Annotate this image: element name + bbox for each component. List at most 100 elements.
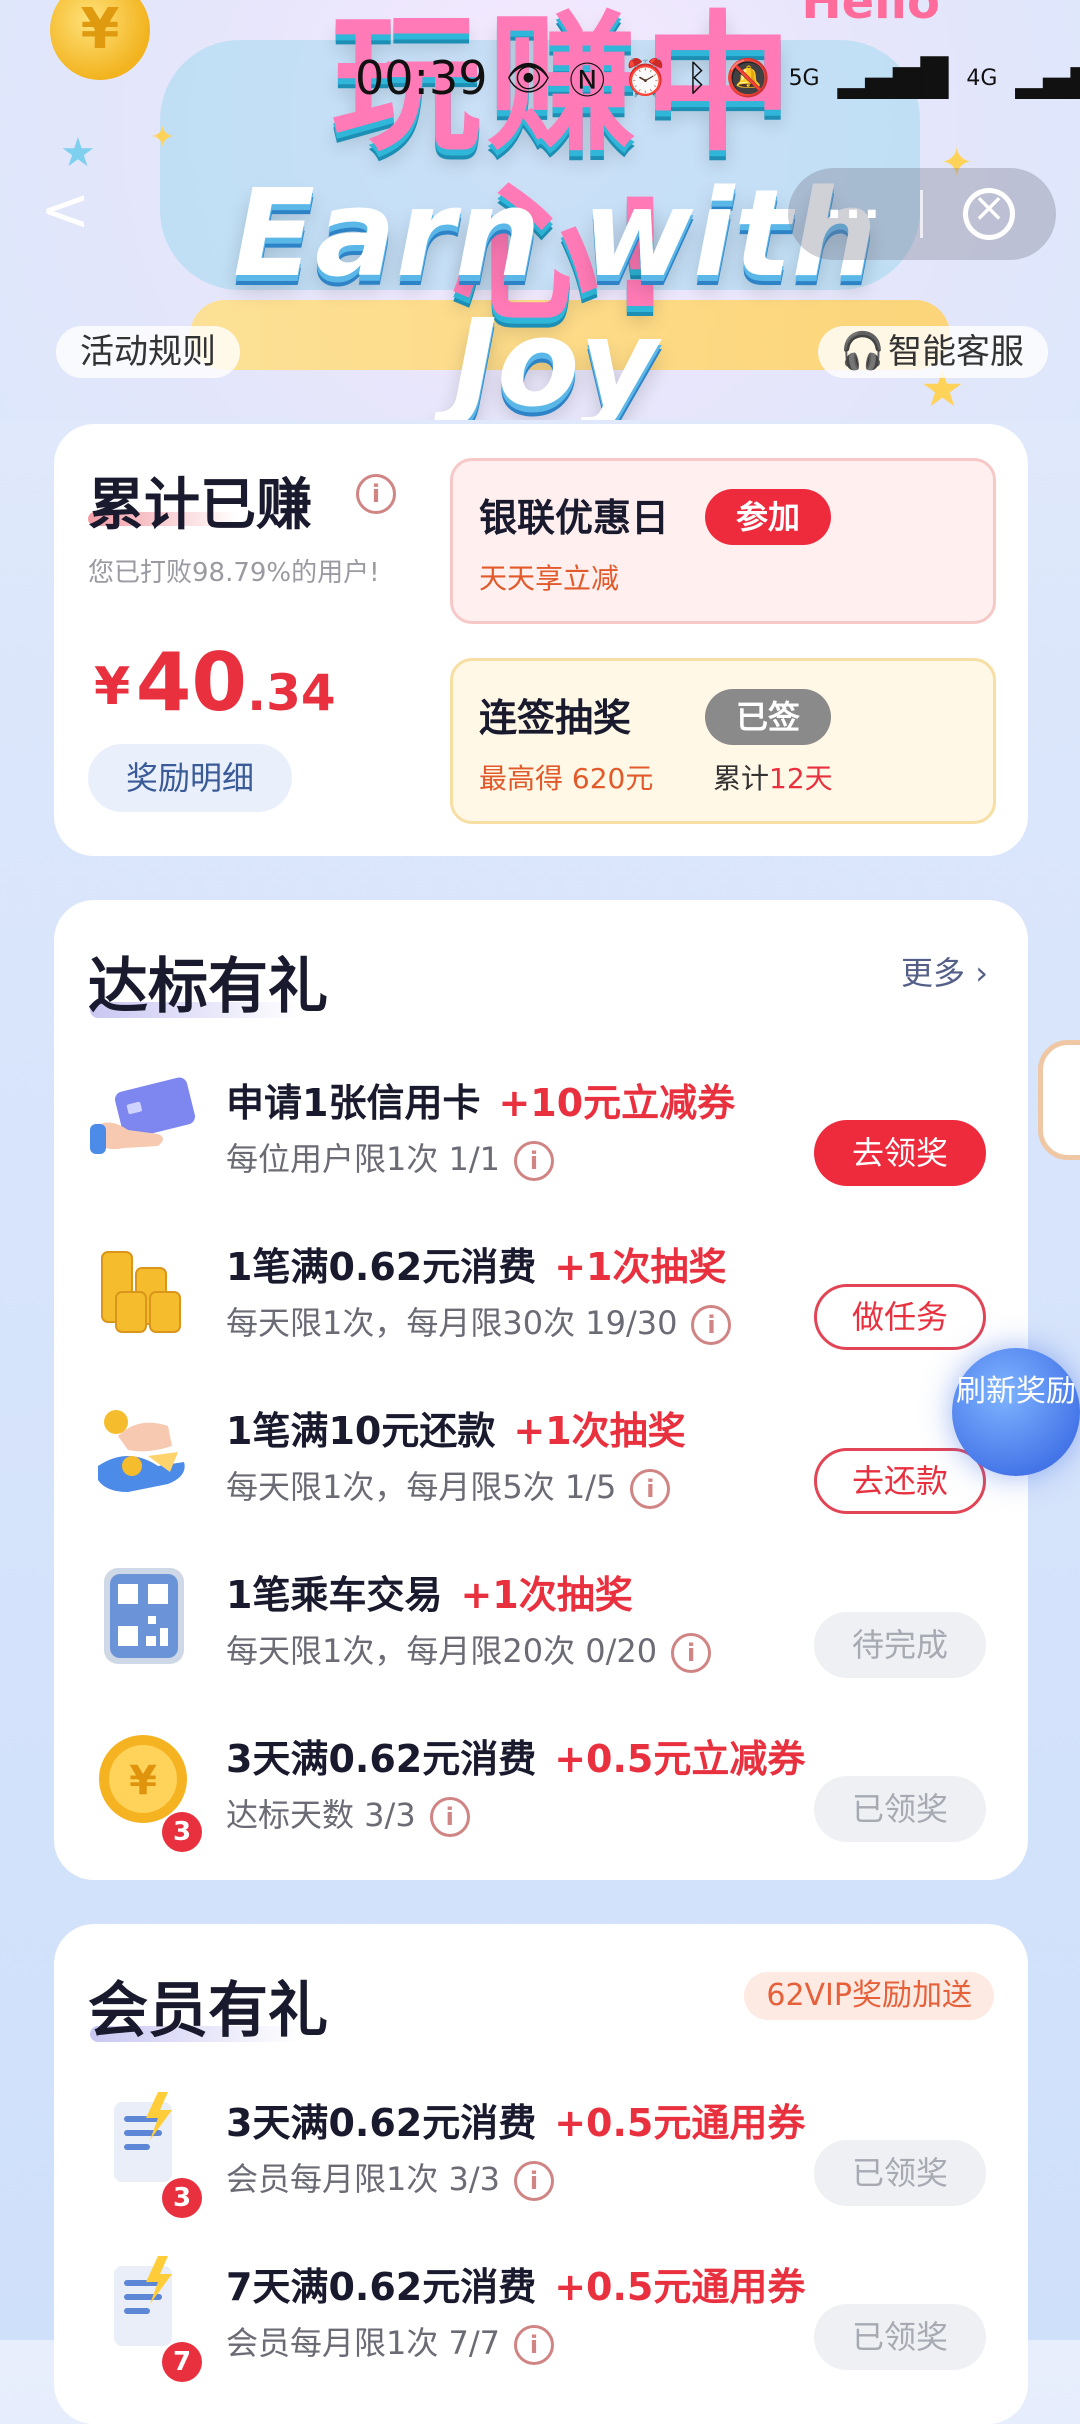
close-icon bbox=[963, 185, 1015, 240]
task-reward: +1次抽奖 bbox=[554, 1245, 727, 1289]
task-desc-text: 每位用户限1次 1/1 bbox=[226, 1140, 501, 1178]
signal-bars-icon: ▂▄▆█ bbox=[837, 57, 949, 99]
task-desc-text: 达标天数 3/3 bbox=[226, 1796, 416, 1834]
join-button[interactable]: 参加 bbox=[705, 489, 831, 545]
nfc-icon: Ⓝ bbox=[569, 61, 606, 102]
task-row: 1笔满0.62元消费 +1次抽奖 每天限1次，每月限30次 19/30 i 做任务 bbox=[54, 1214, 1028, 1378]
task-name: 1笔乘车交易 bbox=[226, 1573, 443, 1617]
claim-reward-button[interactable]: 去领奖 bbox=[814, 1120, 986, 1186]
refresh-rewards-button[interactable]: 刷新奖励 bbox=[952, 1348, 1080, 1476]
task-title: 3天满0.62元消费 +0.5元立减券 bbox=[226, 1728, 805, 1783]
task-desc-text: 会员每月限1次 3/3 bbox=[226, 2160, 501, 2198]
claimed-button[interactable]: 已领奖 bbox=[814, 1776, 986, 1842]
more-menu-button[interactable]: ··· bbox=[788, 189, 920, 240]
more-link[interactable]: 更多 › bbox=[901, 948, 988, 994]
task-row: 1笔乘车交易 +1次抽奖 每天限1次，每月限20次 0/20 i 待完成 bbox=[54, 1542, 1028, 1706]
amount-decimal: .34 bbox=[247, 664, 336, 722]
count-badge: 7 bbox=[162, 2342, 202, 2382]
eye-icon: 👁 bbox=[505, 58, 552, 99]
pending-button[interactable]: 待完成 bbox=[814, 1612, 986, 1678]
section-title: 达标有礼 bbox=[88, 952, 328, 1022]
promo-subtitle: 最高得 620元 bbox=[479, 762, 654, 795]
promo-title: 银联优惠日 bbox=[479, 496, 670, 540]
task-row: ¥ 3 3天满0.62元消费 +0.5元立减券 达标天数 3/3 i 已领奖 bbox=[54, 1706, 1028, 1870]
checkin-lottery-card[interactable]: 连签抽奖 已签 最高得 620元 累计12天 bbox=[450, 658, 996, 824]
currency-symbol: ¥ bbox=[94, 657, 131, 717]
info-icon[interactable]: i bbox=[671, 1633, 712, 1673]
headset-icon: 🎧 bbox=[840, 331, 885, 372]
claimed-button[interactable]: 已领奖 bbox=[814, 2304, 986, 2370]
checkin-total-days: 12天 bbox=[769, 762, 833, 795]
info-icon[interactable]: i bbox=[514, 2161, 555, 2201]
info-icon[interactable]: i bbox=[429, 1797, 470, 1837]
task-name: 申请1张信用卡 bbox=[226, 1081, 481, 1125]
task-desc-text: 会员每月限1次 7/7 bbox=[226, 2324, 501, 2362]
reward-detail-button[interactable]: 奖励明细 bbox=[88, 744, 292, 812]
section-title: 会员有礼 bbox=[88, 1976, 328, 2046]
rules-button[interactable]: 活动规则 bbox=[56, 326, 240, 378]
customer-service-button[interactable]: 🎧 智能客服 bbox=[818, 326, 1048, 378]
count-badge: 3 bbox=[162, 2178, 202, 2218]
task-description: 每天限1次，每月限20次 0/20 i bbox=[226, 1626, 712, 1673]
hero-banner: ¥ Hello ★ ✦ ✦ ★ 玩赚中心! Earn with Joy 00:3… bbox=[0, 0, 1080, 420]
task-desc-text: 每天限1次，每月限30次 19/30 bbox=[226, 1304, 678, 1342]
floating-side-widget[interactable] bbox=[1038, 1040, 1080, 1160]
star-icon: ✦ bbox=[150, 120, 176, 155]
alarm-icon: ⏰ bbox=[623, 58, 669, 99]
task-description: 会员每月限1次 7/7 i bbox=[226, 2318, 555, 2365]
task-title: 3天满0.62元消费 +0.5元通用券 bbox=[226, 2092, 805, 2147]
vip-bonus-badge: 62VIP奖励加送 bbox=[744, 1972, 994, 2020]
task-desc-text: 每天限1次，每月限5次 1/5 bbox=[226, 1468, 617, 1506]
task-title: 1笔满0.62元消费 +1次抽奖 bbox=[226, 1236, 726, 1291]
earnings-title: 累计已赚 bbox=[88, 473, 312, 538]
credit-card-hand-icon bbox=[90, 1077, 196, 1154]
info-icon[interactable]: i bbox=[514, 2325, 555, 2365]
task-row: 申请1张信用卡 +10元立减券 每位用户限1次 1/1 i 去领奖 bbox=[54, 1050, 1028, 1214]
task-description: 每天限1次，每月限5次 1/5 i bbox=[226, 1462, 671, 1509]
signal-5g-icon: 5G bbox=[788, 65, 820, 91]
signed-button[interactable]: 已签 bbox=[705, 689, 831, 745]
task-desc-text: 每天限1次，每月限20次 0/20 bbox=[226, 1632, 658, 1670]
repay-button[interactable]: 去还款 bbox=[814, 1448, 986, 1514]
amount-integer: 40 bbox=[135, 636, 248, 729]
tasks-section: 达标有礼 更多 › 申请1张信用卡 +10元立减券 每位用户限1次 1/1 i 去领… bbox=[54, 900, 1028, 1880]
signal-bars-icon: ▂▄▆█ bbox=[1015, 57, 1080, 99]
bluetooth-icon: ᛒ bbox=[686, 57, 708, 99]
checkin-total: 累计12天 bbox=[713, 757, 833, 797]
close-button[interactable] bbox=[923, 185, 1055, 240]
task-title: 1笔乘车交易 +1次抽奖 bbox=[226, 1564, 633, 1619]
task-name: 1笔满0.62元消费 bbox=[226, 1245, 537, 1289]
task-reward: +1次抽奖 bbox=[513, 1409, 686, 1453]
task-title: 申请1张信用卡 +10元立减券 bbox=[226, 1072, 735, 1127]
info-icon[interactable]: i bbox=[514, 1141, 555, 1181]
status-time: 00:39 bbox=[355, 51, 488, 105]
promo-subtitle: 天天享立减 bbox=[479, 562, 620, 595]
task-row: 7 7天满0.62元消费 +0.5元通用券 会员每月限1次 7/7 i 已领奖 bbox=[54, 2234, 1028, 2398]
claimed-button[interactable]: 已领奖 bbox=[814, 2140, 986, 2206]
back-button[interactable]: < bbox=[40, 180, 90, 240]
info-icon[interactable]: i bbox=[630, 1469, 671, 1509]
coin-icon: ¥ bbox=[50, 0, 150, 80]
task-description: 每位用户限1次 1/1 i bbox=[226, 1134, 555, 1181]
task-name: 1笔满10元还款 bbox=[226, 1409, 496, 1453]
task-reward: +1次抽奖 bbox=[460, 1573, 633, 1617]
customer-service-label: 智能客服 bbox=[888, 332, 1024, 372]
star-icon: ★ bbox=[60, 130, 96, 176]
task-description: 会员每月限1次 3/3 i bbox=[226, 2154, 555, 2201]
task-description: 每天限1次，每月限30次 19/30 i bbox=[226, 1298, 732, 1345]
signal-4g-icon: 4G bbox=[966, 65, 998, 91]
info-icon[interactable]: i bbox=[691, 1305, 732, 1345]
vip-section: 会员有礼 62VIP奖励加送 3 3天满0.62元消费 +0.5元通用券 会员每月… bbox=[54, 1924, 1028, 2424]
unionpay-day-card[interactable]: 银联优惠日 参加 天天享立减 bbox=[450, 458, 996, 624]
task-reward: +10元立减券 bbox=[498, 1081, 736, 1125]
coins-hand-icon bbox=[98, 1410, 185, 1492]
coin-stack-icon bbox=[101, 1251, 181, 1333]
status-bar: 00:39 👁 Ⓝ ⏰ ᛒ 🔕 5G ▂▄▆█ 4G ▂▄▆█ 76 bbox=[355, 48, 1080, 108]
task-row: 3 3天满0.62元消费 +0.5元通用券 会员每月限1次 3/3 i 已领奖 bbox=[54, 2070, 1028, 2234]
info-icon[interactable]: i bbox=[356, 474, 396, 514]
do-task-button[interactable]: 做任务 bbox=[814, 1284, 986, 1350]
task-title: 1笔满10元还款 +1次抽奖 bbox=[226, 1400, 686, 1455]
task-title: 7天满0.62元消费 +0.5元通用券 bbox=[226, 2256, 805, 2311]
mini-program-capsule: ··· bbox=[788, 168, 1056, 260]
checkin-total-label: 累计 bbox=[713, 762, 770, 795]
